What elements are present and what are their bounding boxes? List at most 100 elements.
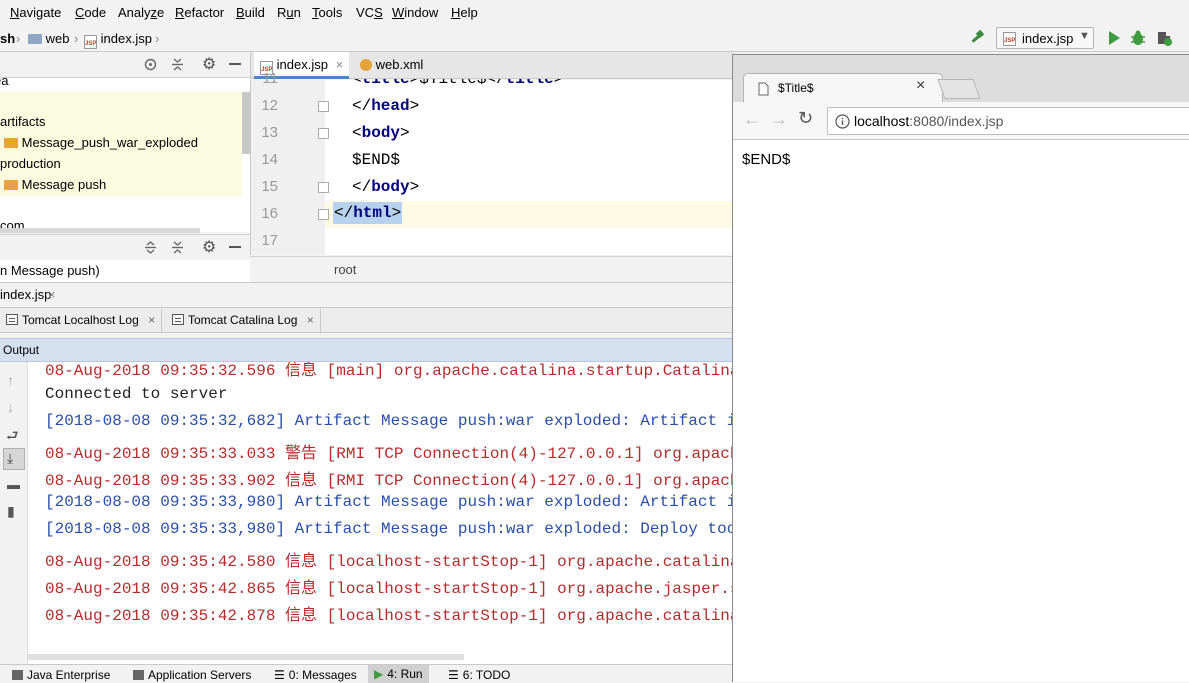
jsp-file-icon: JSP <box>1003 32 1016 46</box>
soft-wrap-icon[interactable]: ⮐ <box>6 425 19 449</box>
expand-all-icon[interactable] <box>143 240 158 255</box>
horizontal-scrollbar[interactable] <box>0 228 200 233</box>
tool-todo[interactable]: ☰ 6: TODO <box>448 668 510 682</box>
console-output[interactable]: 08-Aug-2018 09:35:32.596 信息 [main] org.a… <box>28 362 735 664</box>
tab-web-xml[interactable]: web.xml <box>354 52 429 79</box>
menu-window[interactable]: Window <box>392 5 438 20</box>
fold-marker-icon[interactable] <box>318 101 329 112</box>
fold-marker-icon[interactable] <box>318 182 329 193</box>
output-header: Output <box>0 338 735 362</box>
tree-item-war-exploded[interactable]: Message_push_war_exploded <box>4 132 198 153</box>
editor-tab-bar: JSP index.jsp × web.xml <box>250 52 735 79</box>
breadcrumb-file[interactable]: JSP index.jsp <box>84 31 152 49</box>
navigation-bar: sh › web › JSP index.jsp › JSP index.jsp… <box>0 25 1189 52</box>
debug-icon[interactable] <box>1129 29 1147 47</box>
run-config-label: index.jsp <box>1022 31 1074 46</box>
locate-icon[interactable] <box>143 57 158 72</box>
menu-run[interactable]: Run <box>277 5 301 20</box>
menu-help[interactable]: Help <box>451 5 478 20</box>
collapse-all-icon[interactable] <box>170 57 185 72</box>
breadcrumb-folder[interactable]: web <box>28 31 69 46</box>
run-tab-bar: Tomcat Localhost Log × Tomcat Catalina L… <box>0 307 735 333</box>
menu-analyze[interactable]: Analyze <box>118 5 164 20</box>
page-icon <box>758 82 769 96</box>
folder-icon <box>28 34 42 44</box>
browser-toolbar: ← → ↻ localhost:8080/index.jsp <box>733 102 1189 140</box>
breadcrumb-root[interactable]: root <box>334 262 356 277</box>
java-enterprise-icon <box>12 670 23 680</box>
log-line: 08-Aug-2018 09:35:42.580 信息 [localhost-s… <box>45 553 735 571</box>
chevron-down-icon: ▼ <box>1079 30 1090 42</box>
horizontal-scrollbar[interactable] <box>28 654 464 660</box>
settings-gear-icon[interactable]: ⚙ <box>202 54 216 74</box>
tool-run[interactable]: ▶ 4: Run <box>368 665 429 683</box>
minimize-icon[interactable] <box>229 63 241 65</box>
run-icon[interactable] <box>1105 29 1123 47</box>
tree-item[interactable]: ea <box>0 70 8 91</box>
line-number: 15 <box>261 178 278 195</box>
menu-tools[interactable]: Tools <box>312 5 342 20</box>
collapse-all-icon[interactable] <box>170 240 185 255</box>
info-icon[interactable] <box>835 114 850 129</box>
tool-application-servers[interactable]: Application Servers <box>133 668 251 682</box>
log-line: [2018-08-08 09:35:33,980] Artifact Messa… <box>45 520 735 538</box>
log-file-icon <box>6 314 18 325</box>
forward-arrow-icon[interactable]: → <box>770 109 788 130</box>
todo-icon: ☰ <box>448 668 459 682</box>
trash-icon[interactable]: ▮ <box>7 503 15 520</box>
close-icon[interactable]: × <box>916 77 925 95</box>
back-arrow-icon[interactable]: ← <box>743 109 761 130</box>
line-number: 14 <box>261 151 278 168</box>
breadcrumb-project[interactable]: sh <box>0 31 15 46</box>
browser-window: $Title$ × ← → ↻ localhost:8080/index.jsp… <box>732 54 1189 682</box>
address-bar[interactable]: localhost:8080/index.jsp <box>827 107 1189 135</box>
line-number: 13 <box>261 124 278 141</box>
log-line: 08-Aug-2018 09:35:42.878 信息 [localhost-s… <box>45 607 735 625</box>
menu-code[interactable]: Code <box>75 5 106 20</box>
fold-marker-icon[interactable] <box>318 128 329 139</box>
breadcrumb-folder-label: web <box>45 31 70 46</box>
settings-gear-icon[interactable]: ⚙ <box>202 237 216 257</box>
build-hammer-icon[interactable] <box>968 29 986 47</box>
browser-tab-strip: $Title$ × <box>733 55 1189 103</box>
tab-tomcat-localhost-log[interactable]: Tomcat Localhost Log × <box>0 309 163 333</box>
project-panel-header: ⚙ <box>0 52 250 78</box>
structure-node[interactable]: n Message push) <box>0 263 100 278</box>
code-line-13: <body> <box>352 124 410 142</box>
log-line: [2018-08-08 09:35:33,980] Artifact Messa… <box>45 493 735 511</box>
print-icon[interactable]: ▬ <box>7 477 20 492</box>
messages-icon: ☰ <box>274 668 285 682</box>
close-icon[interactable]: × <box>148 313 155 327</box>
scrollbar-thumb[interactable] <box>242 92 250 154</box>
menu-vcs[interactable]: VCS <box>356 5 383 20</box>
coverage-icon[interactable] <box>1155 29 1173 47</box>
menu-refactor[interactable]: Refactor <box>175 5 224 20</box>
chevron-right-icon: › <box>74 31 79 46</box>
log-line: 08-Aug-2018 09:35:42.865 信息 [localhost-s… <box>45 580 735 598</box>
run-target-tab[interactable]: index.jsp <box>0 287 51 302</box>
new-tab-button[interactable] <box>937 79 981 99</box>
minimize-icon[interactable] <box>229 246 241 248</box>
log-line: [2018-08-08 09:35:32,682] Artifact Messa… <box>45 412 735 430</box>
close-icon[interactable]: × <box>307 313 314 327</box>
tree-item-production[interactable]: production <box>0 153 61 174</box>
menu-build[interactable]: Build <box>236 5 265 20</box>
arrow-down-icon[interactable]: ↓ <box>7 399 14 415</box>
browser-tab[interactable]: $Title$ × <box>743 73 943 103</box>
close-icon[interactable]: × <box>336 57 344 72</box>
tab-tomcat-catalina-log[interactable]: Tomcat Catalina Log × <box>166 309 321 333</box>
tree-item-artifacts[interactable]: artifacts <box>0 111 46 132</box>
tool-java-enterprise[interactable]: Java Enterprise <box>12 668 110 682</box>
close-icon[interactable]: × <box>48 287 56 302</box>
run-target-bar: index.jsp × <box>0 282 735 307</box>
run-config-select[interactable]: JSP index.jsp ▼ <box>996 27 1094 49</box>
log-line: 08-Aug-2018 09:35:33.033 警告 [RMI TCP Con… <box>45 445 735 463</box>
tree-item-message-push[interactable]: Message push <box>4 174 106 195</box>
fold-marker-icon[interactable] <box>318 209 329 220</box>
arrow-up-icon[interactable]: ↑ <box>7 372 14 388</box>
line-number: 16 <box>261 205 278 222</box>
reload-icon[interactable]: ↻ <box>798 108 813 129</box>
structure-panel-header: ⚙ <box>0 234 250 260</box>
menu-navigate[interactable]: Navigate <box>10 5 61 20</box>
tool-messages[interactable]: ☰ 0: Messages <box>274 668 357 682</box>
